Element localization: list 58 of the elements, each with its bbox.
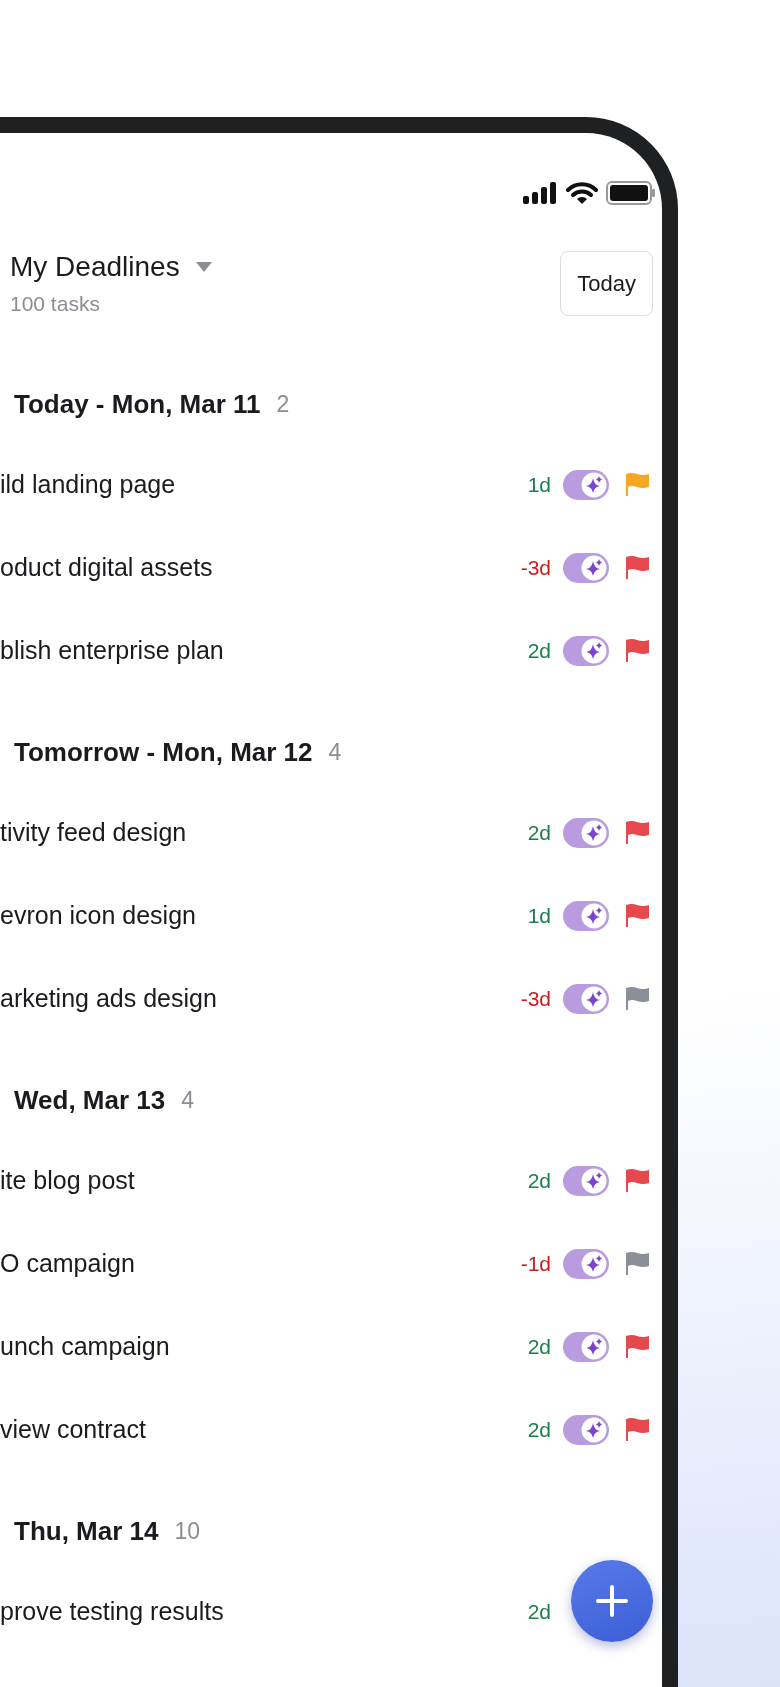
dropdown-caret-icon[interactable] [195,262,212,272]
ai-toggle[interactable] [563,983,609,1014]
flag-icon[interactable] [625,820,650,845]
days-left: -3d [520,554,551,581]
days-left: 1d [527,471,551,498]
ai-toggle[interactable] [563,900,609,931]
days-left: 2d [527,1333,551,1360]
section-count: 4 [181,1085,195,1115]
ai-toggle[interactable] [563,1165,609,1196]
ai-toggle[interactable] [563,817,609,848]
task-name: ild landing page [0,468,177,500]
days-left: 2d [527,1416,551,1443]
section-count: 10 [174,1516,201,1546]
task-name: arketing ads design [0,982,218,1014]
days-left: -1d [520,1250,551,1277]
flag-icon[interactable] [625,986,650,1011]
task-name: evron icon design [0,899,197,931]
ai-toggle[interactable] [563,1331,609,1362]
plus-icon [595,1584,629,1618]
days-left: 2d [527,819,551,846]
section-title: Tomorrow - Mon, Mar 12 [14,735,313,769]
task-name: view contract [0,1413,147,1445]
task-name: prove testing results [0,1595,225,1627]
ai-toggle[interactable] [563,1248,609,1279]
flag-icon[interactable] [625,555,650,580]
days-left: 2d [527,637,551,664]
ai-toggle[interactable] [563,552,609,583]
section-count: 4 [328,737,342,767]
add-button[interactable] [571,1560,653,1642]
flag-icon[interactable] [625,1334,650,1359]
task-name: blish enterprise plan [0,634,225,666]
days-left: 2d [527,1598,551,1625]
battery-icon [606,181,656,205]
days-left: -3d [520,985,551,1012]
signal-icon [523,182,558,204]
section-title: Thu, Mar 14 [14,1514,159,1548]
wifi-icon [566,182,598,204]
task-name: ite blog post [0,1164,136,1196]
task-name: unch campaign [0,1330,171,1362]
ai-toggle[interactable] [563,635,609,666]
section-count: 2 [276,389,290,419]
list-title: My Deadlines [10,250,180,284]
flag-icon[interactable] [625,903,650,928]
flag-icon[interactable] [625,1251,650,1276]
ai-toggle[interactable] [563,1414,609,1445]
task-count: 100 tasks [10,291,101,317]
task-name: O campaign [0,1247,136,1279]
today-button[interactable]: Today [560,251,653,316]
flag-icon[interactable] [625,1417,650,1442]
section-title: Wed, Mar 13 [14,1083,166,1117]
flag-icon[interactable] [625,638,650,663]
ai-toggle[interactable] [563,469,609,500]
days-left: 2d [527,1167,551,1194]
task-name: tivity feed design [0,816,188,848]
days-left: 1d [527,902,551,929]
section-title: Today - Mon, Mar 11 [14,387,261,421]
task-name: oduct digital assets [0,551,214,583]
flag-icon[interactable] [625,1168,650,1193]
